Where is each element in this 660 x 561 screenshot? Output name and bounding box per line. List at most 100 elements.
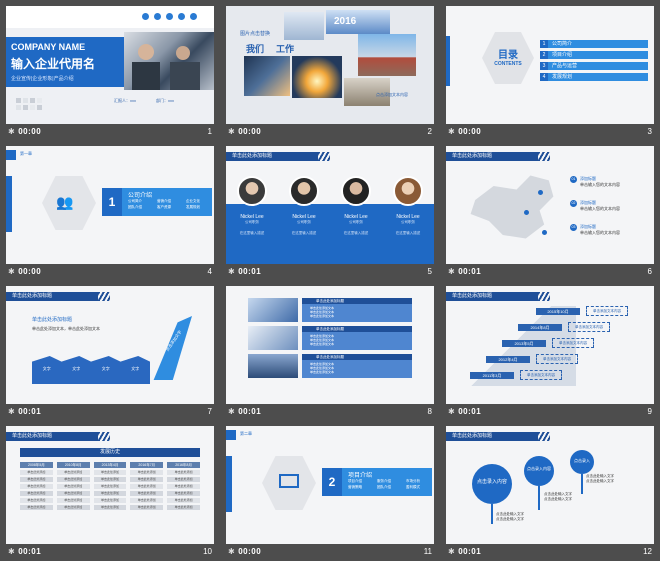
presentation-board-icon xyxy=(279,474,299,488)
slide-9-header: 单击此处添加标题 xyxy=(446,292,550,301)
slide-12-number: 12 xyxy=(643,547,652,556)
bubble-notes-right: 点击此处输入文字 点击此处输入文字 xyxy=(586,474,614,483)
photo-building xyxy=(358,34,416,76)
slide-5-header: 单击此处添加标题 xyxy=(226,152,330,161)
member-desc: 在这里输入描述 xyxy=(343,231,369,235)
team-member: Nickel Lee 公司职务 在这里输入描述 xyxy=(336,176,376,236)
chapter-tag: 第二章 xyxy=(240,431,252,436)
avatar xyxy=(237,176,267,206)
info-row: 单击此处添加标题 单击此处添加文本 单击此处添加文本 单击此处添加文本 xyxy=(302,326,412,350)
share-icon xyxy=(190,13,197,20)
contents-item[interactable]: 4 发展规划 xyxy=(540,73,648,81)
slide-thumb-9[interactable]: 单击此处添加标题 2015年10月 2014年8月 2013年5月 2012年4… xyxy=(440,280,660,420)
slide-7-footer: ✱ 00:01 7 xyxy=(8,406,212,418)
phone-icon xyxy=(154,13,161,20)
slide-2-note: 点击添加文本内容 xyxy=(376,92,408,97)
slide-12-header: 单击此处添加标题 xyxy=(446,432,550,441)
slide-2-footer: ✱ 00:00 2 xyxy=(228,126,432,138)
slide-thumb-3[interactable]: 目录 CONTENTS 1 公司简介 2 项目介绍 3 产品与运营 4 发展规划 ✱ 0… xyxy=(440,0,660,140)
avatar xyxy=(341,176,371,206)
presentation-hexagon xyxy=(262,456,316,510)
bubble-notes-left: 点击此处输入文字 点击此处输入文字 xyxy=(496,512,524,521)
slide-1-time: 00:00 xyxy=(18,127,42,136)
slide-1-title: 输入企业代用名 xyxy=(11,57,96,71)
slide-11-canvas: 第二章 2 项目介绍 项目介绍 服务介绍 市场分析 营销策略 团队介绍 盈利模式 xyxy=(226,426,434,544)
ribbon-labels: 文字 文字 文字 文字 xyxy=(42,366,140,371)
slide-10-canvas: 单击此处添加标题 发展历史 2008年5月 单击此处添加 单击此处添加 单击此处添加单… xyxy=(6,426,214,544)
contents-list: 1 公司简介 2 项目介绍 3 产品与运营 4 发展规划 xyxy=(540,40,648,81)
team-members: Nickel Lee 公司职务 在这里输入描述 Nickel Lee 公司职务 … xyxy=(226,176,434,236)
chapter-panel: 项目介绍 项目介绍 服务介绍 市场分析 营销策略 团队介绍 盈利模式 xyxy=(342,468,432,496)
slide-11-time: 00:00 xyxy=(238,547,262,556)
slide-9-footer: ✱ 00:01 9 xyxy=(448,406,652,418)
slide-4-footer: ✱ 00:00 4 xyxy=(8,266,212,278)
slide-1-canvas: COMPANY NAME 输入企业代用名 企业宣传|企业形象|产品介绍 汇报人：… xyxy=(6,6,214,124)
slide-10-footer: ✱ 00:01 10 xyxy=(8,546,212,558)
star-icon: ✱ xyxy=(448,267,455,276)
big-bubble: 点击录入内容 xyxy=(472,464,512,504)
contents-item[interactable]: 3 产品与运营 xyxy=(540,62,648,70)
team-member: Nickel Lee 公司职务 在这里输入描述 xyxy=(232,176,272,236)
contents-hexagon: 目录 CONTENTS xyxy=(482,32,534,84)
timeline-step: 2015年10月 xyxy=(536,308,580,315)
member-desc: 在这里输入描述 xyxy=(239,231,265,235)
slide-4-canvas: 第一章 👥 1 公司介绍 公司简介 营销介绍 企业文化 团队介绍 客户资源 发展规划 xyxy=(6,146,214,264)
slide-thumb-12[interactable]: 单击此处添加标题 点击录入内容 点击录入内容 点击录入 点击此处输入文字 点击此处… xyxy=(440,420,660,560)
slide-6-number: 6 xyxy=(647,267,652,276)
slide-6-header: 单击此处添加标题 xyxy=(446,152,550,161)
history-column: 2010年8月 单击此处添加 单击此处添加 单击此处添加 单击此处添加 单击此处添加 单击此… xyxy=(56,462,90,510)
slide-2-canvas: 2016 图片点击替换 我们 工作 点击添加文本内容 xyxy=(226,6,434,124)
slide-thumb-4[interactable]: 第一章 👥 1 公司介绍 公司简介 营销介绍 企业文化 团队介绍 客户资源 发展规划 ✱… xyxy=(0,140,220,280)
map-pin-icon xyxy=(538,190,543,195)
history-table-title: 发展历史 xyxy=(20,448,200,457)
slide-thumb-8[interactable]: 单击此处添加标题 单击此处添加文本 单击此处添加文本 单击此处添加文本 单击此处添加标… xyxy=(220,280,440,420)
slide-2-text-we: 我们 xyxy=(246,44,265,54)
slide-thumb-2[interactable]: 2016 图片点击替换 我们 工作 点击添加文本内容 ✱ 00:00 2 xyxy=(220,0,440,140)
star-icon: ✱ xyxy=(448,127,455,136)
contents-item[interactable]: 2 项目介绍 xyxy=(540,51,648,59)
slide-5-time: 00:01 xyxy=(238,267,262,276)
timeline-note: 单击添加文本内容 xyxy=(586,306,628,316)
chapter-tag: 第一章 xyxy=(20,151,32,156)
member-role: 公司职务 xyxy=(297,220,311,224)
timeline-note: 单击添加文本内容 xyxy=(552,338,594,348)
slide-1-number: 1 xyxy=(207,127,212,136)
history-column: 2016年7月 单击此处添加 单击此处添加 单击此处添加 单击此处添加 单击此处添加 单击此… xyxy=(130,462,164,510)
slide-thumb-5[interactable]: 单击此处添加标题 Nickel Lee 公司职务 在这里输入描述 Nickel … xyxy=(220,140,440,280)
slide-4-left-bar xyxy=(6,176,12,232)
slide-6-time: 00:01 xyxy=(458,267,482,276)
timeline-step: 2014年8月 xyxy=(518,324,562,331)
star-icon: ✱ xyxy=(448,407,455,416)
slide-9-canvas: 单击此处添加标题 2015年10月 2014年8月 2013年5月 2012年4… xyxy=(446,286,654,404)
slide-thumb-10[interactable]: 单击此处添加标题 发展历史 2008年5月 单击此处添加 单击此处添加 单击此处添加单… xyxy=(0,420,220,560)
photo-handshake xyxy=(248,298,298,322)
slide-1-department: 部门：xxx xyxy=(156,98,174,103)
slide-12-canvas: 单击此处添加标题 点击录入内容 点击录入内容 点击录入 点击此处输入文字 点击此处… xyxy=(446,426,654,544)
chapter-bullets: 公司简介 营销介绍 企业文化 团队介绍 客户资源 发展规划 xyxy=(128,199,200,209)
slide-thumb-7[interactable]: 单击此处添加标题 单击此处添加标题 单击此处添加文本，单击此处添加文本 文字 文字… xyxy=(0,280,220,420)
slide-thumb-1[interactable]: COMPANY NAME 输入企业代用名 企业宣传|企业形象|产品介绍 汇报人：… xyxy=(0,0,220,140)
slide-7-body: 单击此处添加文本，单击此处添加文本 xyxy=(32,326,100,331)
slide-7-number: 7 xyxy=(207,407,212,416)
slide-8-footer: ✱ 00:01 8 xyxy=(228,406,432,418)
avatar xyxy=(393,176,423,206)
location-list: 01 添加标题 单击输入您的文本内容 02 添加标题 单击输入您的文本内容 03 添加标题… xyxy=(570,176,650,236)
small-bubble: 点击录入 xyxy=(570,450,594,474)
slide-7-header: 单击此处添加标题 xyxy=(6,292,110,301)
slide-8-canvas: 单击此处添加标题 单击此处添加文本 单击此处添加文本 单击此处添加文本 单击此处添加标… xyxy=(226,286,434,404)
photo-globe xyxy=(244,56,290,96)
timeline-step: 2012年4月 xyxy=(486,356,530,363)
photo-sky xyxy=(284,12,324,40)
slide-2-time: 00:00 xyxy=(238,127,262,136)
company-name: COMPANY NAME xyxy=(11,42,86,52)
slide-thumb-6[interactable]: 单击此处添加标题 01 添加标题 单击输入您的文本内容 02 添加标题 单击输入您的文本… xyxy=(440,140,660,280)
contents-item[interactable]: 1 公司简介 xyxy=(540,40,648,48)
slide-1-title-panel: COMPANY NAME 输入企业代用名 企业宣传|企业形象|产品介绍 xyxy=(6,37,128,87)
star-icon: ✱ xyxy=(228,267,235,276)
slide-3-footer: ✱ 00:00 3 xyxy=(448,126,652,138)
history-table: 2008年5月 单击此处添加 单击此处添加 单击此处添加 单击此处添加 单击此处添加 单击此… xyxy=(20,462,200,510)
slide-thumb-11[interactable]: 第二章 2 项目介绍 项目介绍 服务介绍 市场分析 营销策略 团队介绍 盈利模式 ✱ 0… xyxy=(220,420,440,560)
star-icon: ✱ xyxy=(228,547,235,556)
slide-2-number: 2 xyxy=(427,127,432,136)
slide-10-header: 单击此处添加标题 xyxy=(6,432,110,441)
